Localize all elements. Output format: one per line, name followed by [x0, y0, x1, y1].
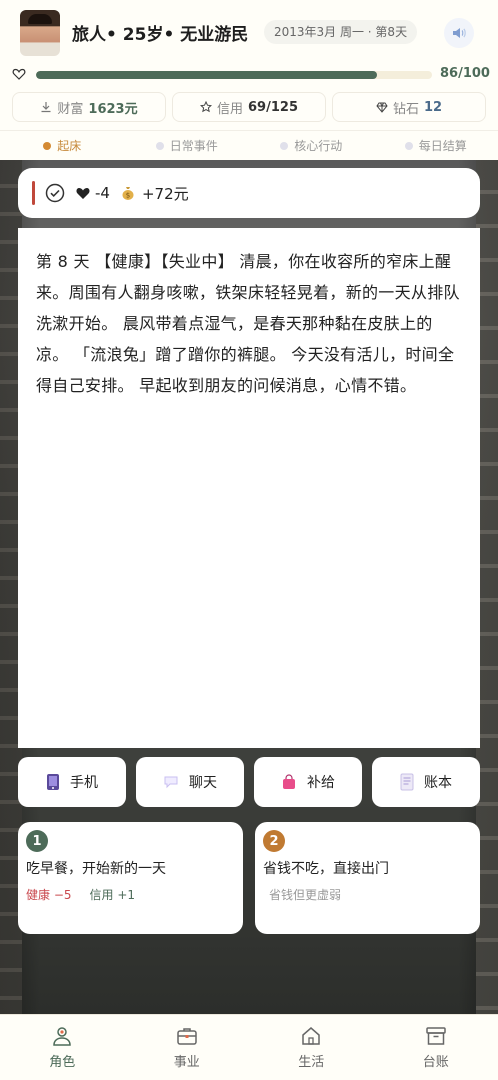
tab-daily-events[interactable]: 日常事件: [125, 131, 250, 160]
briefcase-icon: [177, 1028, 197, 1045]
ledger-button[interactable]: 账本: [372, 757, 480, 807]
nav-label: 生活: [298, 1055, 325, 1070]
svg-text:$: $: [126, 192, 130, 200]
phase-dot: [404, 141, 413, 150]
day-phase-tabs: 起床 日常事件 核心行动 每日结算: [0, 130, 498, 160]
star-icon: [200, 101, 212, 113]
nav-label: 台账: [422, 1055, 449, 1070]
shopping-bag-icon: [283, 774, 295, 789]
supply-label: 补给: [307, 775, 335, 791]
health-bar: [36, 71, 432, 79]
ledger-icon: [400, 773, 414, 791]
tab-label: 每日结算: [418, 139, 467, 153]
character-title: 旅人• 25岁• 无业游民: [72, 25, 249, 45]
effect-positive: 信用 +1: [89, 888, 136, 902]
choice-option-1[interactable]: 1 吃早餐，开始新的一天 健康 −5 信用 +1: [18, 822, 243, 934]
tab-label: 核心行动: [294, 139, 343, 153]
bottom-nav: 角色 事业 生活 台账: [0, 1014, 498, 1080]
tab-daily-settlement[interactable]: 每日结算: [374, 131, 498, 160]
avatar[interactable]: [20, 10, 60, 56]
nav-life[interactable]: 生活: [249, 1015, 374, 1080]
choice-effects: 省钱但更虚弱: [263, 886, 472, 903]
tab-label: 日常事件: [169, 139, 218, 153]
tab-wake-up[interactable]: 起床: [0, 131, 125, 160]
home-icon: [302, 1027, 320, 1045]
diamond-label: 钻石: [392, 101, 419, 117]
choice-title: 省钱不吃，直接出门: [263, 861, 389, 877]
story-panel: 第 8 天 【健康】【失业中】 清晨，你在收容所的窄床上醒来。周围有人翻身咳嗽，…: [18, 228, 480, 748]
choice-title: 吃早餐，开始新的一天: [26, 861, 166, 877]
stats-row: 财富 1623元 信用 69/125 钻石 12: [12, 92, 486, 122]
event-summary-card: -4 $ +72元: [18, 168, 480, 218]
nav-ledger[interactable]: 台账: [374, 1015, 498, 1080]
stat-diamond[interactable]: 钻石 12: [332, 92, 486, 122]
effect-note: 省钱但更虚弱: [269, 888, 342, 902]
sound-toggle-button[interactable]: [444, 18, 474, 48]
choice-number: 1: [26, 830, 48, 852]
nav-character[interactable]: 角色: [0, 1015, 125, 1080]
phase-dot: [280, 141, 289, 150]
archive-box-icon: [426, 1027, 446, 1045]
ledger-label: 账本: [424, 775, 452, 791]
credit-label: 信用: [217, 101, 244, 117]
chat-label: 聊天: [189, 775, 217, 791]
effect-negative: 健康 −5: [26, 888, 72, 902]
phone-button[interactable]: 手机: [18, 757, 126, 807]
chat-button[interactable]: 聊天: [136, 757, 244, 807]
choice-list: 1 吃早餐，开始新的一天 健康 −5 信用 +1 2 省钱不吃，直接出门 省钱但…: [18, 822, 480, 934]
credit-value: 69/125: [248, 99, 298, 115]
chat-bubble-icon: [164, 776, 178, 789]
choice-option-2[interactable]: 2 省钱不吃，直接出门 省钱但更虚弱: [255, 822, 480, 934]
choice-effects: 健康 −5 信用 +1: [26, 886, 235, 903]
phase-dot: [43, 141, 52, 150]
status-header: 旅人• 25岁• 无业游民 2013年3月 周一 · 第8天 86/100 财富…: [0, 0, 498, 160]
health-bar-fill: [36, 71, 377, 79]
story-text: 第 8 天 【健康】【失业中】 清晨，你在收容所的窄床上醒来。周围有人翻身咳嗽，…: [36, 252, 460, 395]
nav-label: 事业: [173, 1055, 200, 1070]
nav-label: 角色: [49, 1055, 76, 1070]
phase-dot: [155, 141, 164, 150]
heart-outline-icon: [12, 68, 26, 80]
heart-icon: [76, 188, 90, 199]
date-badge: 2013年3月 周一 · 第8天: [264, 20, 418, 44]
money-change-value: +72元: [141, 184, 189, 203]
money-bag-icon: $: [122, 187, 134, 200]
wealth-label: 财富: [57, 101, 84, 117]
stat-wealth[interactable]: 财富 1623元: [12, 92, 166, 122]
download-icon: [41, 102, 51, 113]
money-change: $ +72元: [120, 183, 189, 204]
hp-change: -4: [75, 184, 110, 202]
wealth-value: 1623元: [88, 101, 138, 117]
tab-label: 起床: [57, 139, 82, 153]
nav-career[interactable]: 事业: [125, 1015, 250, 1080]
hp-change-value: -4: [95, 184, 110, 202]
health-value: 86/100: [440, 66, 490, 81]
diamond-value: 12: [423, 99, 443, 115]
accent-bar: [32, 181, 35, 205]
supply-button[interactable]: 补给: [254, 757, 362, 807]
check-circle-icon: [45, 183, 65, 203]
speaker-icon: [453, 28, 466, 38]
diamond-icon: [376, 102, 388, 113]
stat-credit[interactable]: 信用 69/125: [172, 92, 326, 122]
phone-label: 手机: [70, 775, 98, 791]
phone-icon: [47, 774, 59, 790]
choice-number: 2: [263, 830, 285, 852]
person-icon: [53, 1027, 72, 1046]
quick-tools: 手机 聊天 补给 账本: [18, 757, 480, 807]
tab-core-action[interactable]: 核心行动: [249, 131, 374, 160]
